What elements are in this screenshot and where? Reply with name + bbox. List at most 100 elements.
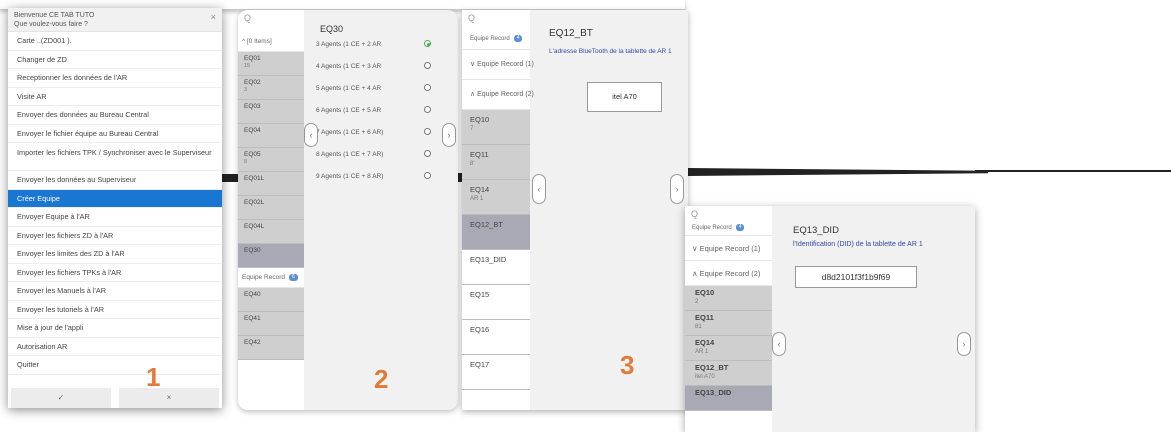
group-header-record-2[interactable]: ∧ Equipe Record (2) [685, 261, 772, 286]
team-sub: 8 [244, 159, 248, 165]
team-row[interactable]: EQ02L [238, 196, 304, 220]
team-row[interactable]: EQ12_BT itel A70 [685, 361, 772, 386]
menu-item-envoyer-manuels[interactable]: Envoyer les Manuels à l'AR [8, 282, 222, 301]
menu-item-mise-a-jour[interactable]: Mise à jour de l'appli [8, 319, 222, 338]
chevron-left-icon[interactable]: ‹ [772, 332, 786, 356]
team-row[interactable]: EQ04L [238, 220, 304, 244]
chevron-right-icon[interactable]: › [442, 123, 456, 147]
search-icon[interactable]: Q [238, 10, 304, 32]
team-row[interactable]: EQ01 15 [238, 52, 304, 76]
team-row[interactable]: EQ17 [462, 355, 530, 390]
size-option[interactable]: 6 Agents (1 CE + 5 AR [316, 106, 446, 114]
size-option[interactable]: 3 Agents (1 CE + 2 AR [316, 40, 446, 48]
chevron-right-icon[interactable]: › [957, 332, 971, 356]
team-code: EQ04L [244, 223, 265, 230]
menu-item-quitter[interactable]: Quitter [8, 356, 222, 375]
tutorial-composite: Bienvenue CE TAB TUTO Que voulez-vous fa… [0, 0, 1171, 432]
team-code: EQ17 [470, 360, 490, 369]
field-description: l'Identification (DID) de la tablette de… [793, 241, 923, 248]
team-row[interactable]: EQ11 8' [462, 145, 530, 180]
menu-item-importer-tpk[interactable]: Importer les fichiers TPK / Synchroniser… [8, 143, 222, 171]
team-code: EQ14 [695, 338, 715, 347]
team-code: EQ04 [244, 127, 261, 134]
team-row[interactable]: EQ16 [462, 320, 530, 355]
menu-item-receptionner[interactable]: Receptionner les données de l'AR [8, 69, 222, 88]
team-row-selected[interactable]: EQ12_BT [462, 215, 530, 250]
team-row[interactable]: EQ03 [238, 100, 304, 124]
device-id-form: EQ13_DID l'Identification (DID) de la ta… [772, 206, 975, 432]
option-label: 9 Agents (1 CE + 8 AR) [316, 173, 384, 180]
team-row[interactable]: EQ04 [238, 124, 304, 148]
team-row[interactable]: EQ41 [238, 312, 304, 336]
group-header-equipe-record[interactable]: Equipe Record 4 [462, 32, 530, 50]
menu-item-envoyer-zd-ar[interactable]: Envoyer les fichiers ZD à l'AR [8, 227, 222, 245]
radio-icon[interactable] [424, 128, 431, 135]
group-label: Equipe Record (1) [699, 244, 761, 253]
group-header-record-1[interactable]: ∨ Equipe Record (1) [685, 236, 772, 261]
option-label: 7 Agents (1 CE + 6 AR) [316, 129, 384, 136]
radio-icon[interactable] [424, 106, 431, 113]
close-icon[interactable]: × [211, 12, 216, 22]
menu-item-envoyer-superviseur[interactable]: Envoyer les données au Superviseur [8, 171, 222, 190]
menu-item-envoyer-tutoriels[interactable]: Envoyer les tutoriels à l'AR [8, 301, 222, 319]
radio-icon[interactable] [424, 62, 431, 69]
group-header-record-1[interactable]: ∨ Equipe Record (1) [462, 50, 534, 80]
size-option[interactable]: 4 Agents (1 CE + 3 AR [316, 62, 446, 70]
team-sub: 3 [244, 87, 248, 93]
field-description: L'adresse BlueTooth de la tablette de AR… [549, 48, 672, 55]
team-row[interactable]: EQ14 AR 1 [685, 336, 772, 361]
step-number-1: 1 [146, 362, 161, 392]
size-option[interactable]: 9 Agents (1 CE + 8 AR) [316, 172, 446, 180]
radio-icon[interactable] [424, 84, 431, 91]
device-id-screen: Q Equipe Record 4 ∨ Equipe Record (1) ∧ E… [685, 206, 975, 432]
radio-icon[interactable] [424, 150, 431, 157]
team-row[interactable]: EQ40 [238, 288, 304, 312]
size-option[interactable]: 7 Agents (1 CE + 6 AR) [316, 128, 446, 136]
menu-item-changer-zd[interactable]: Changer de ZD [8, 51, 222, 69]
team-row-selected[interactable]: EQ13_DID [685, 386, 772, 411]
menu-item-visite-ar[interactable]: Visite AR [8, 88, 222, 106]
team-sidebar: Q ^ [0 Items] EQ01 15 EQ02 3 EQ03 EQ04 EQ0… [238, 10, 304, 410]
confirm-button[interactable]: ✓ [11, 388, 111, 408]
menu-item-carte[interactable]: Carte ..(ZD001 ). [8, 32, 222, 51]
group-header-record-2[interactable]: ∧ Equipe Record (2) [462, 80, 534, 110]
team-row[interactable]: EQ10 7 [462, 110, 530, 145]
team-row[interactable]: EQ05 8 [238, 148, 304, 172]
chevron-left-icon[interactable]: ‹ [532, 174, 546, 204]
radio-selected-icon[interactable] [424, 40, 431, 47]
group-header[interactable]: ^ [0 Items] [238, 32, 304, 52]
team-row-selected[interactable]: EQ30 [238, 244, 304, 268]
size-option[interactable]: 8 Agents (1 CE + 7 AR) [316, 150, 446, 158]
radio-icon[interactable] [424, 172, 431, 179]
menu-item-envoyer-equipe-ar[interactable]: Envoyer Equipe à l'AR [8, 208, 222, 227]
team-row[interactable]: EQ14 AR 1 [462, 180, 530, 215]
bluetooth-address-input[interactable]: itel A70 [587, 82, 662, 112]
group-header-equipe-record[interactable]: Equipe Record 4 [685, 224, 772, 236]
team-row[interactable]: EQ10 2 [685, 286, 772, 311]
cancel-button[interactable]: × [119, 388, 219, 408]
menu-item-autorisation[interactable]: Autorisation AR [8, 338, 222, 356]
menu-item-envoyer-tpks[interactable]: Envoyer les fichiers TPKs à l'AR [8, 264, 222, 282]
menu-item-creer-equipe[interactable]: Créer Equipe [8, 189, 222, 208]
menu-item-envoyer-fichier-equipe[interactable]: Envoyer le fichier équipe au Bureau Cent… [8, 125, 222, 143]
search-icon[interactable]: Q [685, 206, 772, 224]
team-row[interactable]: EQ01L [238, 172, 304, 196]
team-code: EQ13_DID [470, 255, 507, 264]
team-row[interactable]: EQ42 [238, 336, 304, 360]
search-icon[interactable]: Q [462, 10, 530, 32]
menu-item-envoyer-bureau[interactable]: Envoyer des données au Bureau Central [8, 106, 222, 125]
size-option[interactable]: 5 Agents (1 CE + 4 AR [316, 84, 446, 92]
team-sub: AR 1 [695, 349, 709, 355]
team-row[interactable]: EQ02 3 [238, 76, 304, 100]
team-size-screen: Q ^ [0 Items] EQ01 15 EQ02 3 EQ03 EQ04 EQ0… [238, 10, 458, 410]
group-header-equipe-record[interactable]: Equipe Record 6 [238, 268, 304, 288]
team-row[interactable]: EQ13_DID [462, 250, 530, 285]
menu-item-envoyer-limites[interactable]: Envoyer les limites des ZD à l'AR [8, 245, 222, 264]
device-id-input[interactable]: d8d2101f3f1b9f69 [795, 266, 917, 288]
chevron-left-icon[interactable]: ‹ [304, 123, 318, 147]
team-code-title: EQ30 [320, 24, 344, 34]
team-row[interactable]: EQ15 [462, 285, 530, 320]
chevron-right-icon[interactable]: › [670, 174, 684, 204]
team-row[interactable]: EQ11 81 [685, 311, 772, 336]
count-badge: 4 [513, 34, 523, 42]
